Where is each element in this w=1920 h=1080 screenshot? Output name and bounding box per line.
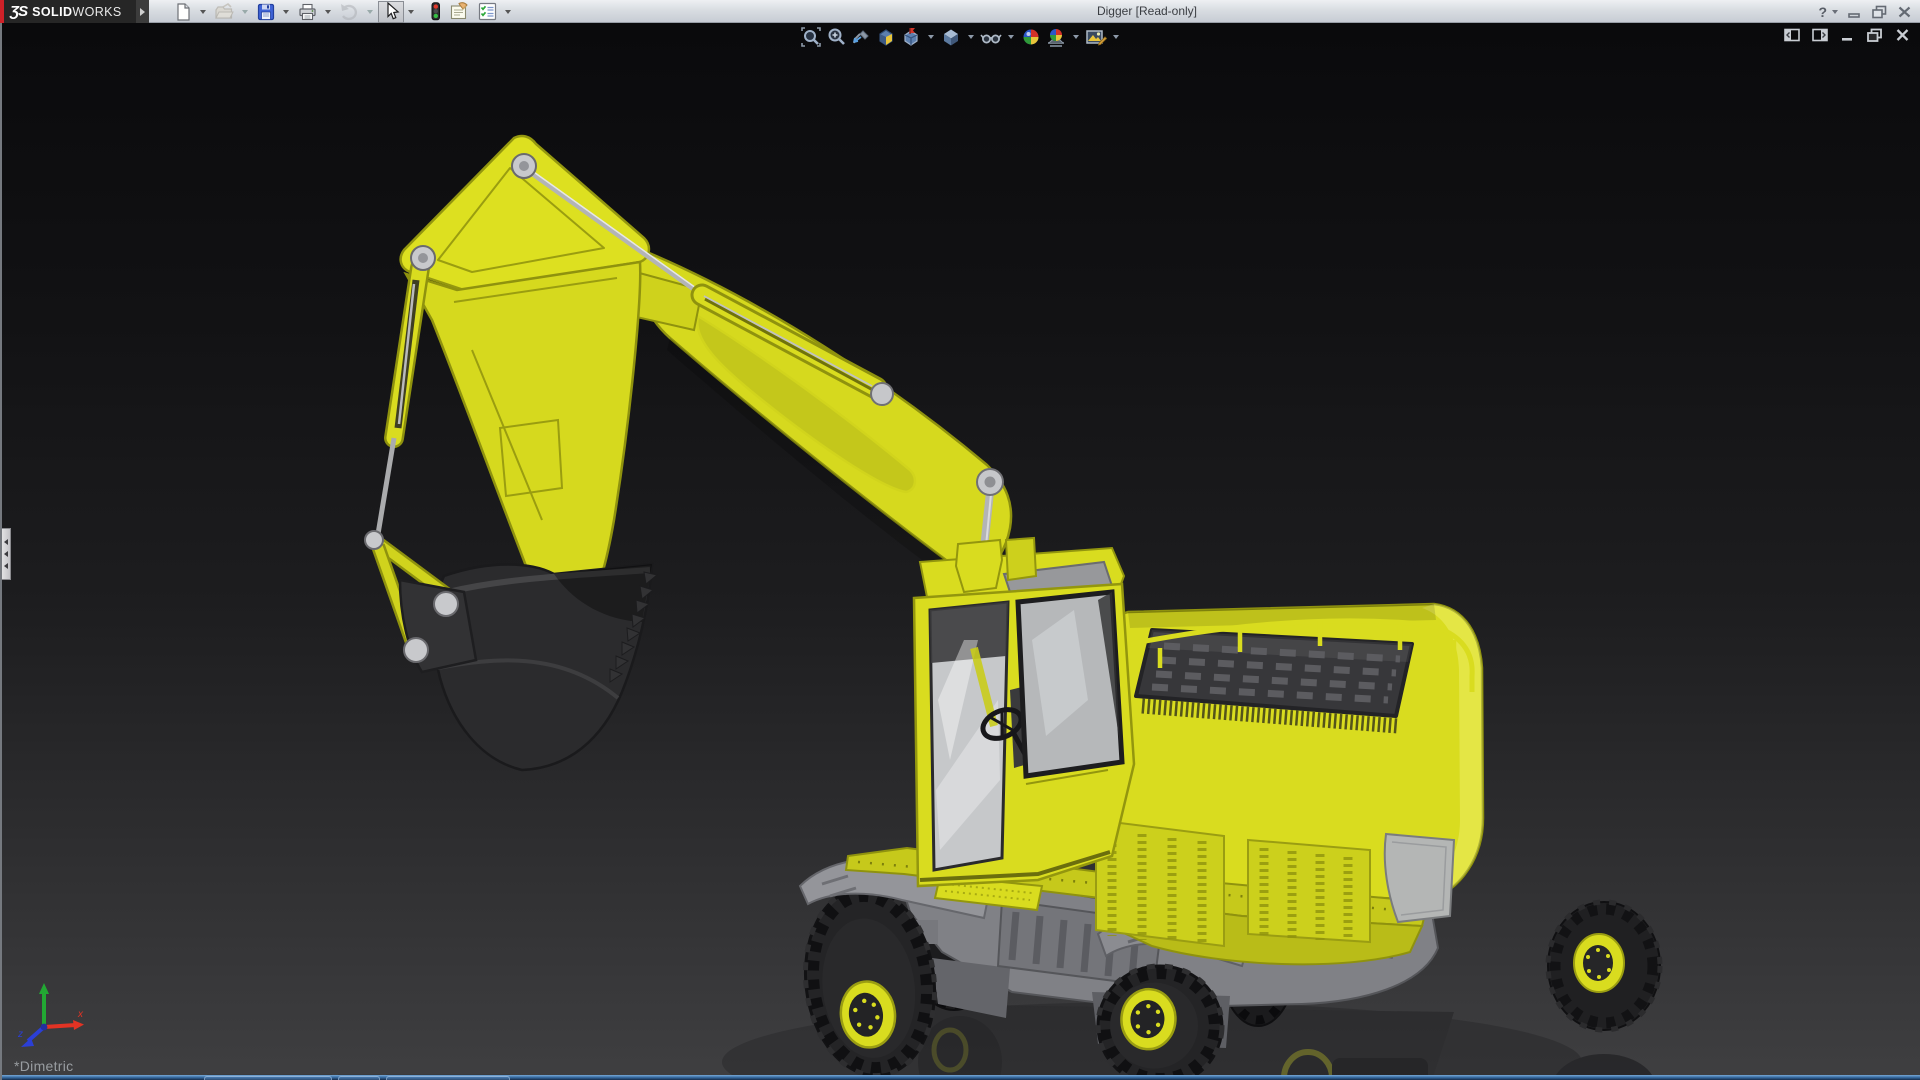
x-axis-label: x <box>77 1009 84 1020</box>
doc-restore-button[interactable] <box>1866 28 1883 42</box>
new-document-button[interactable] <box>170 1 196 23</box>
right-arrow-icon <box>140 7 145 16</box>
select-cursor-icon <box>387 2 400 20</box>
section-view-icon <box>879 28 893 46</box>
headsup-view-toolbar <box>800 26 1122 47</box>
view-orientation-icon <box>904 27 918 46</box>
collapse-pane-right-button[interactable] <box>1812 28 1828 42</box>
z-axis-label: z <box>17 1029 23 1040</box>
help-button[interactable]: ? <box>1818 4 1827 20</box>
view-orientation-button[interactable] <box>900 26 922 47</box>
zoom-to-area-button[interactable] <box>825 26 847 47</box>
graphics-area[interactable]: x z *Dimetric <box>0 23 1920 1080</box>
close-button[interactable] <box>1897 5 1912 19</box>
solidworks-logo: ƷS SOLID WORKS <box>0 0 136 23</box>
print-dropdown-caret[interactable] <box>325 9 331 14</box>
main-toolbar <box>170 0 515 23</box>
apply-scene-dropdown-caret[interactable] <box>1073 34 1079 39</box>
undo-button[interactable] <box>336 1 363 23</box>
hide-show-dropdown-caret[interactable] <box>1008 34 1014 39</box>
wheel-rear-far[interactable] <box>1545 899 1663 1033</box>
zoom-to-fit-button[interactable] <box>800 26 822 47</box>
left-arrow-icon <box>4 551 8 557</box>
document-window-controls <box>1784 28 1910 42</box>
apply-scene-button[interactable] <box>1045 26 1067 47</box>
zoom-to-area-icon <box>828 28 845 45</box>
help-dropdown-caret[interactable] <box>1832 9 1838 14</box>
open-button[interactable] <box>211 1 238 23</box>
design-checker-button[interactable] <box>474 1 501 23</box>
select-button[interactable] <box>378 0 404 23</box>
previous-view-icon <box>853 29 869 43</box>
taskbar-edge <box>2 1075 1920 1080</box>
open-dropdown-caret[interactable] <box>242 9 248 14</box>
doc-minimize-button[interactable] <box>1840 28 1854 42</box>
brand-name-bold: SOLID <box>32 4 73 19</box>
app-window-controls: ? <box>1818 0 1912 23</box>
view-settings-button[interactable] <box>1085 26 1107 47</box>
titlebar: ƷS SOLID WORKS Digger [Read-only] ? <box>0 0 1920 23</box>
restore-button[interactable] <box>1871 5 1888 19</box>
traffic-light-icon <box>431 2 440 21</box>
section-view-button[interactable] <box>875 26 897 47</box>
taskbar-button-edge <box>204 1076 332 1080</box>
logo-red-accent <box>0 0 4 23</box>
print-button[interactable] <box>294 1 321 23</box>
apply-scene-icon <box>1048 28 1064 47</box>
solidworks-mark-icon: ƷS <box>10 3 28 20</box>
orientation-triad[interactable]: x z <box>16 981 94 1055</box>
checklist-icon <box>478 2 497 21</box>
hide-show-items-button[interactable] <box>980 26 1002 47</box>
taskbar-button-edge <box>338 1076 380 1080</box>
zoom-to-fit-icon <box>801 26 821 47</box>
feature-pane-splitter[interactable] <box>2 528 11 580</box>
cab[interactable] <box>912 546 1136 888</box>
comment-button[interactable] <box>446 1 473 23</box>
interference-detection-button[interactable] <box>426 1 445 23</box>
previous-view-button[interactable] <box>850 26 872 47</box>
doc-close-button[interactable] <box>1895 28 1910 42</box>
appearance-ball-icon <box>1023 29 1039 44</box>
edit-appearance-button[interactable] <box>1020 26 1042 47</box>
display-style-dropdown-caret[interactable] <box>968 34 974 39</box>
view-orientation-label: *Dimetric <box>14 1058 74 1074</box>
view-settings-dropdown-caret[interactable] <box>1113 34 1119 39</box>
display-style-icon <box>944 29 958 45</box>
display-style-button[interactable] <box>940 26 962 47</box>
design-checker-dropdown-caret[interactable] <box>505 9 511 14</box>
save-icon <box>257 3 275 20</box>
glasses-icon <box>980 33 1002 43</box>
comment-note-icon <box>450 2 468 20</box>
print-icon <box>299 3 316 20</box>
menu-expand-arrow[interactable] <box>136 0 149 23</box>
taskbar-button-edge <box>386 1076 510 1080</box>
view-settings-icon <box>1086 29 1107 46</box>
new-dropdown-caret[interactable] <box>200 9 206 14</box>
save-button[interactable] <box>253 1 279 23</box>
document-title: Digger [Read-only] <box>1096 4 1198 18</box>
new-document-icon <box>177 2 190 21</box>
minimize-button[interactable] <box>1847 5 1862 19</box>
bucket <box>432 562 659 772</box>
stick <box>403 260 642 618</box>
undo-dropdown-caret[interactable] <box>367 9 373 14</box>
collapse-pane-left-button[interactable] <box>1784 28 1800 42</box>
select-dropdown-caret[interactable] <box>408 9 414 14</box>
open-folder-icon <box>215 2 234 19</box>
brand-name-light: WORKS <box>72 4 122 19</box>
left-arrow-icon <box>4 563 8 569</box>
save-dropdown-caret[interactable] <box>283 9 289 14</box>
left-arrow-icon <box>4 539 8 545</box>
excavator-model[interactable] <box>2 23 1920 1080</box>
undo-icon <box>341 3 358 20</box>
view-orientation-dropdown-caret[interactable] <box>928 34 934 39</box>
